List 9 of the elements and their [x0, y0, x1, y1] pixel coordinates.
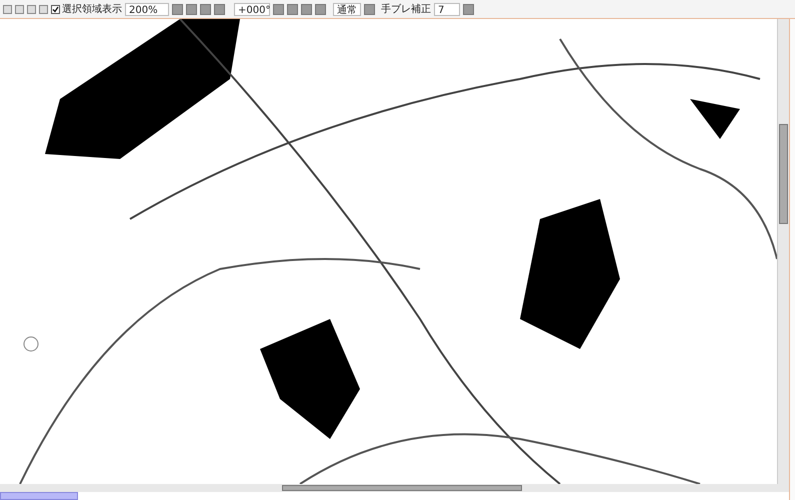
stabilizer-field[interactable]: 7: [434, 2, 460, 16]
blend-mode-button[interactable]: 通常: [333, 2, 361, 16]
horizontal-scrollbar-thumb[interactable]: [282, 485, 522, 491]
checkbox-label: 選択領域表示: [62, 2, 122, 16]
zoom-field[interactable]: 200%: [125, 2, 169, 16]
angle-field[interactable]: +000°: [234, 2, 270, 16]
stabilizer-label: 手ブレ補正: [381, 2, 431, 16]
vertical-scrollbar-thumb[interactable]: [779, 124, 788, 224]
checkbox[interactable]: [51, 4, 60, 14]
